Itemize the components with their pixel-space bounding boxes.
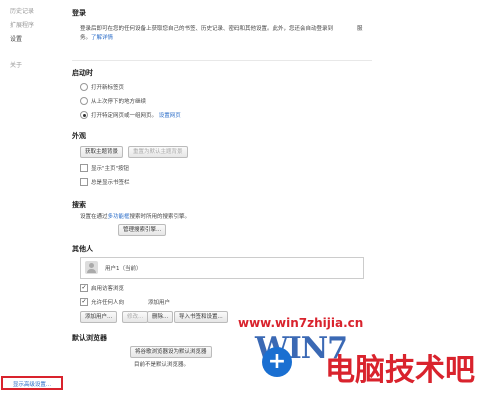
reset-theme-button[interactable]: 重置为默认主题背景 (128, 146, 188, 158)
sidebar-item-history[interactable]: 历史记录 (10, 6, 34, 15)
sidebar-item-extensions[interactable]: 扩展程序 (10, 20, 34, 29)
show-home-label: 显示"主页"按钮 (91, 166, 130, 172)
add-person-note: 添加用户 (148, 300, 171, 306)
guest-browsing-label: 启用访客浏览 (91, 286, 125, 292)
sidebar: 历史记录 扩展程序 设置 关于 (0, 0, 58, 394)
sidebar-item-settings[interactable]: 设置 (10, 34, 22, 43)
people-title: 其他人 (72, 245, 93, 253)
show-home-checkbox[interactable] (80, 164, 88, 172)
search-title: 搜索 (72, 201, 86, 209)
signin-desc-line1-tail: 服 (357, 26, 363, 32)
startup-option-specific: 打开特定网页或一组网页。 设置网页 (91, 113, 181, 119)
divider (72, 60, 372, 61)
remove-person-button[interactable]: 删除... (147, 311, 174, 323)
appearance-title: 外观 (72, 132, 86, 140)
show-bookmarks-label: 总是显示书签栏 (91, 180, 130, 186)
sidebar-item-about[interactable]: 关于 (10, 60, 22, 69)
manage-search-engines-button[interactable]: 管理搜索引擎... (118, 224, 167, 236)
user-list[interactable]: 用户1（当前） (80, 257, 364, 279)
add-person-button[interactable]: 添加用户... (80, 311, 118, 323)
default-browser-title: 默认浏览器 (72, 334, 107, 342)
search-desc: 设置在通过多功能框搜索时所用的搜索引擎。 (80, 214, 191, 220)
default-browser-status: 目前不是默认浏览器。 (134, 362, 190, 368)
avatar (85, 261, 98, 274)
watermark-url: www.win7zhijia.cn (238, 316, 364, 330)
startup-radio-continue[interactable] (80, 97, 88, 105)
startup-radio-specific[interactable] (80, 111, 88, 119)
startup-radio-newtab[interactable] (80, 83, 88, 91)
startup-option-newtab: 打开新标签页 (91, 85, 125, 91)
signin-title: 登录 (72, 9, 86, 17)
omnibox-link[interactable]: 多功能框 (108, 214, 130, 220)
startup-title: 启动时 (72, 69, 93, 77)
show-bookmarks-checkbox[interactable] (80, 178, 88, 186)
user-name: 用户1（当前） (105, 266, 142, 272)
signin-desc-line1: 登录后即可在您的任何设备上获取您自己的书签、历史记录、密码和其他设置。此外，您还… (80, 26, 334, 32)
set-pages-link[interactable]: 设置网页 (159, 113, 181, 119)
learn-more-link[interactable]: 了解详情 (91, 35, 113, 41)
watermark-brand: 电脑技术吧 (325, 353, 475, 388)
let-anyone-add-checkbox[interactable]: ✓ (80, 298, 88, 306)
let-anyone-add-label: 允许任何人向 (91, 300, 125, 306)
edit-person-button[interactable]: 修改... (122, 311, 149, 323)
get-themes-button[interactable]: 获取主题背景 (80, 146, 124, 158)
show-advanced-settings-link[interactable]: 显示高级设置... (1, 376, 63, 390)
watermark-plus-icon: + (262, 347, 292, 377)
signin-desc-line2: 务。了解详情 (80, 35, 114, 41)
import-bookmarks-button[interactable]: 导入书签和设置... (174, 311, 228, 323)
make-default-button[interactable]: 将谷歌浏览器设为默认浏览器 (130, 346, 212, 358)
startup-option-continue: 从上次停下的地方继续 (91, 99, 147, 105)
guest-browsing-checkbox[interactable]: ✓ (80, 284, 88, 292)
